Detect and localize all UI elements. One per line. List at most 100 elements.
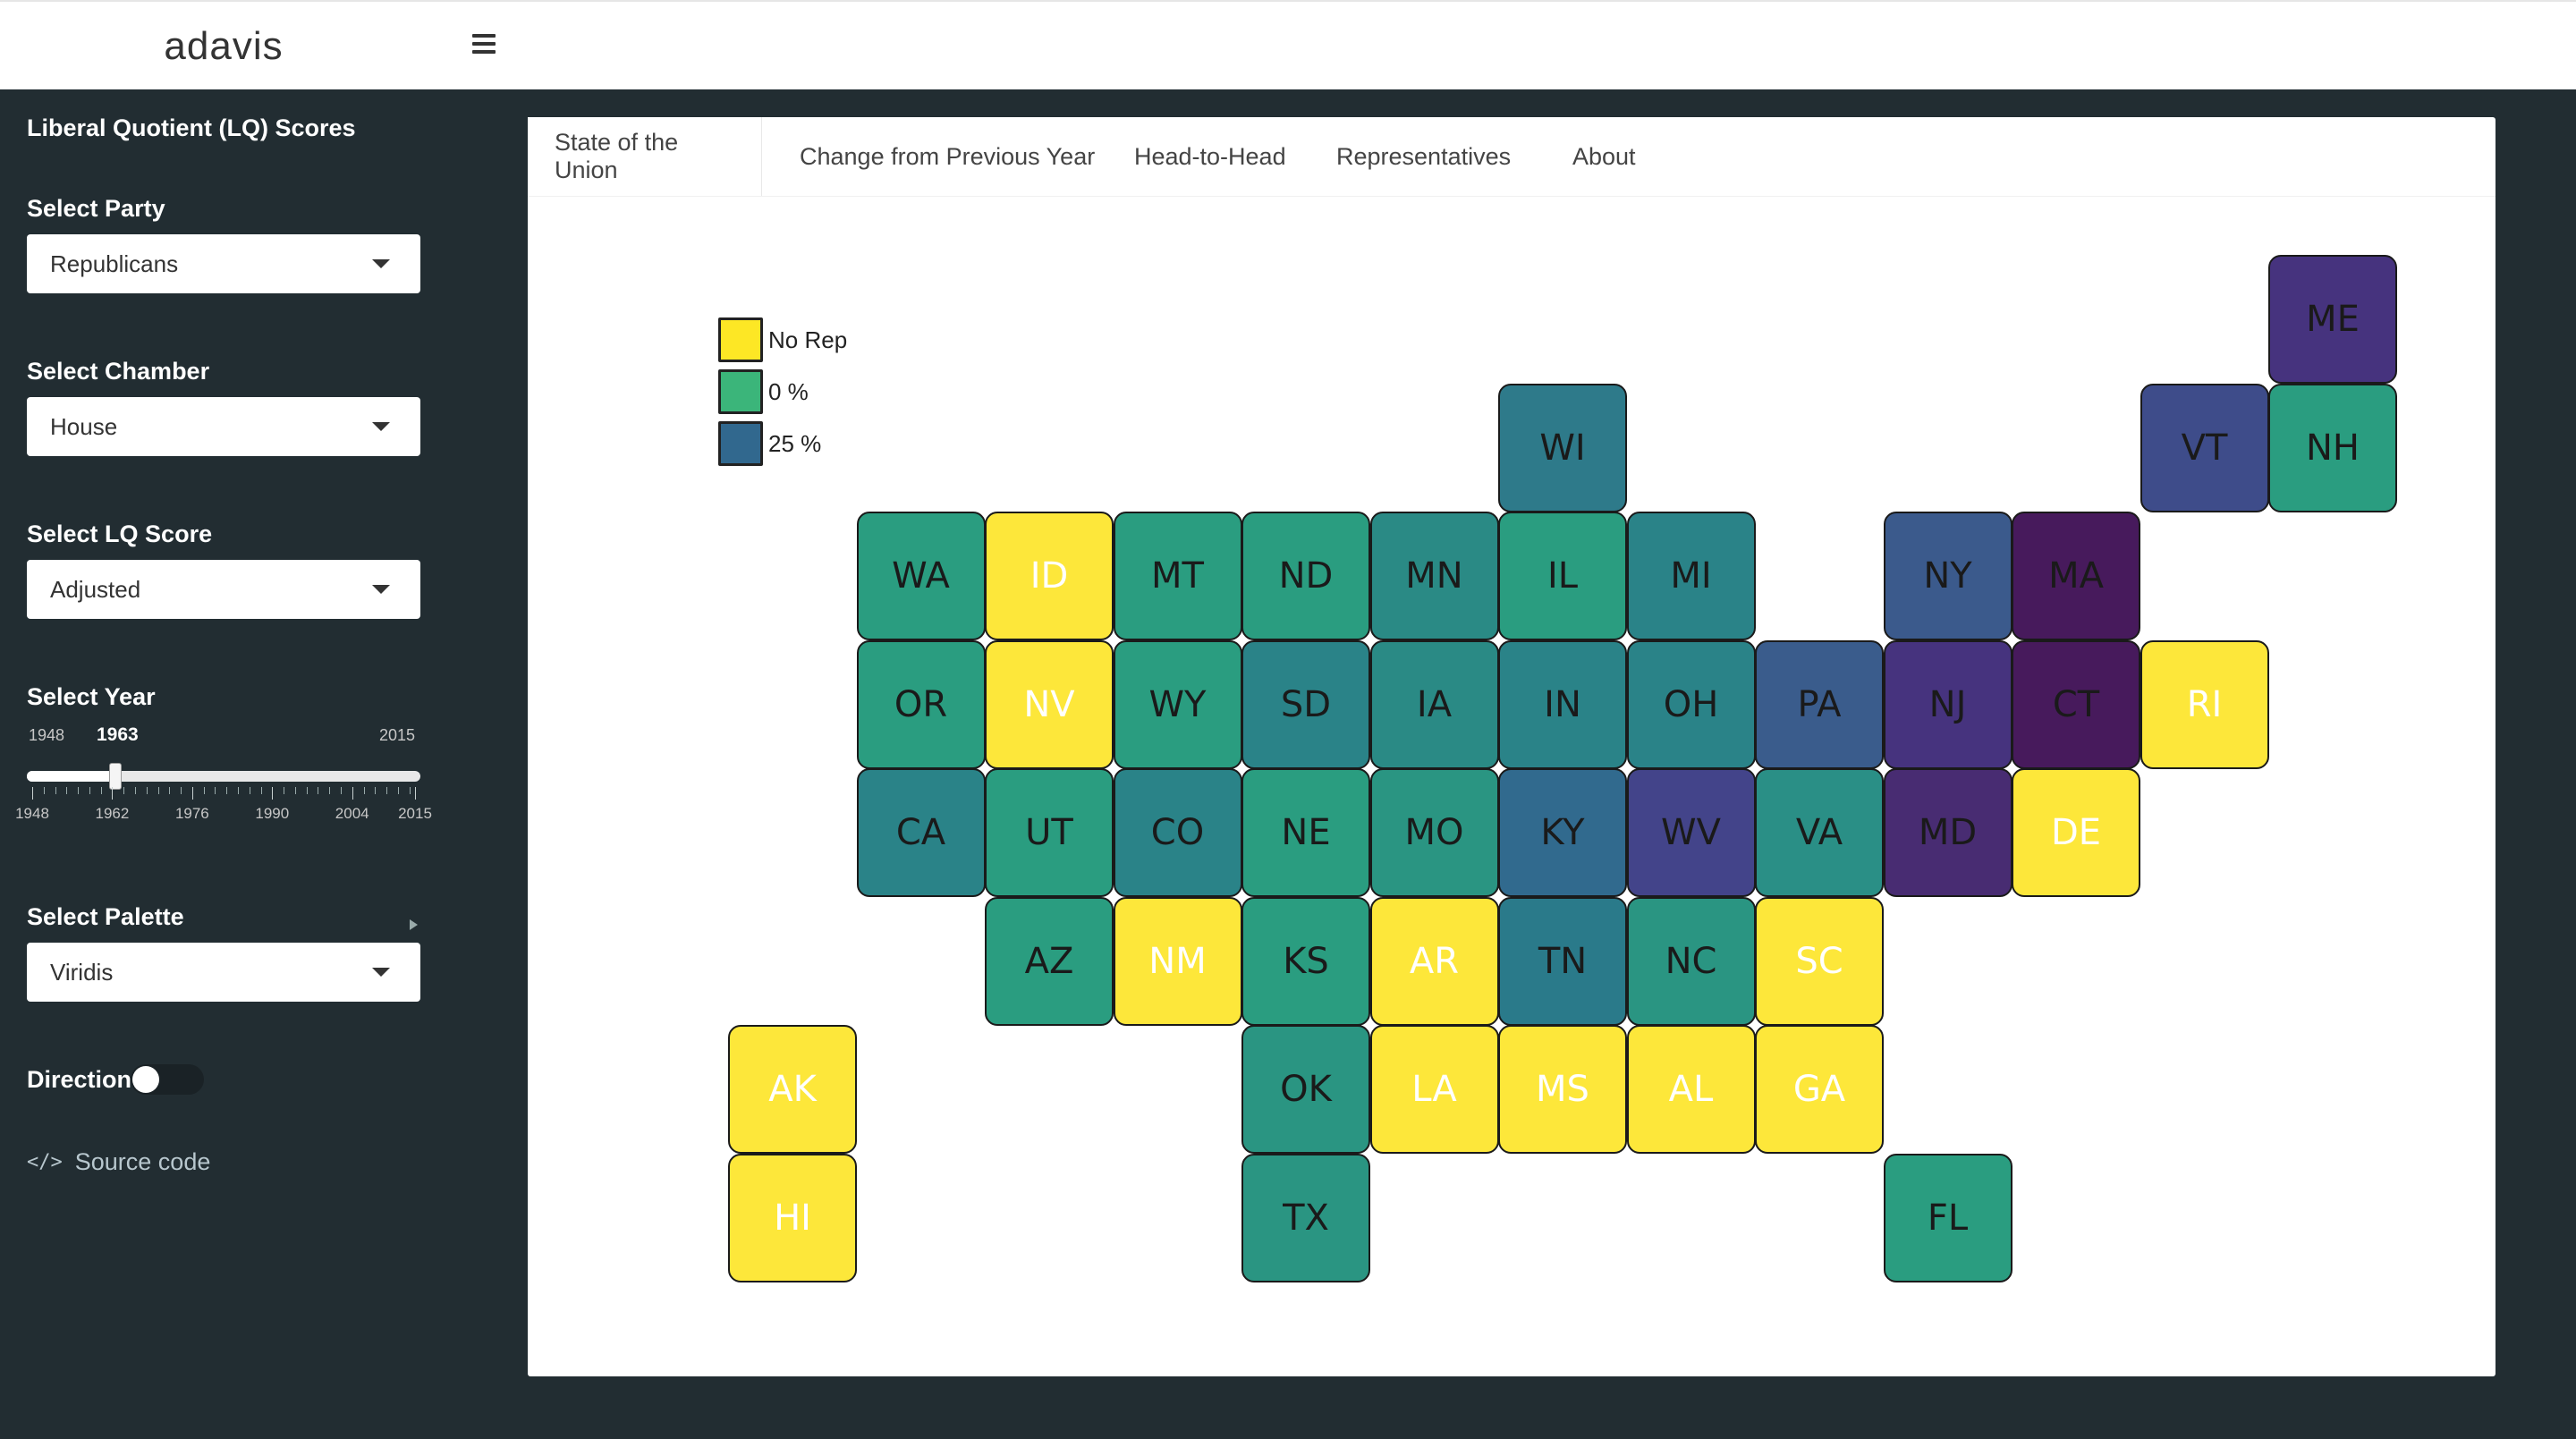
state-tile-ky[interactable]: KY [1498, 768, 1627, 897]
state-tile-or[interactable]: OR [856, 639, 986, 769]
slider-tick-label: 2004 [335, 805, 369, 822]
tab-state-of-the-union[interactable]: State of the Union [528, 117, 762, 196]
state-tile-ms[interactable]: MS [1498, 1025, 1627, 1154]
state-tile-nv[interactable]: NV [985, 639, 1114, 769]
slider-tick [146, 787, 148, 794]
state-tile-ut[interactable]: UT [985, 768, 1114, 897]
party-select[interactable]: Republicans [27, 234, 420, 293]
state-tile-mo[interactable]: MO [1369, 768, 1499, 897]
main-panel: State of the Union Change from Previous … [528, 117, 2496, 1376]
state-tile-wa[interactable]: WA [856, 512, 986, 640]
state-tile-ct[interactable]: CT [2012, 639, 2140, 769]
state-tile-wi[interactable]: WI [1498, 383, 1627, 512]
state-tile-tx[interactable]: TX [1241, 1153, 1370, 1282]
state-tile-in[interactable]: IN [1498, 639, 1627, 769]
slider-tick [375, 787, 377, 794]
tab-about[interactable]: About [1546, 117, 1663, 196]
year-slider-min: 1948 [29, 726, 65, 744]
direction-toggle[interactable] [131, 1064, 204, 1095]
state-tile-vt[interactable]: VT [2140, 383, 2269, 512]
palette-select[interactable]: Viridis [27, 943, 420, 1002]
state-tile-ga[interactable]: GA [1755, 1025, 1884, 1154]
slider-tick [386, 787, 388, 794]
state-tile-ar[interactable]: AR [1369, 896, 1499, 1026]
palette-select-value: Viridis [50, 958, 114, 986]
state-tile-ia[interactable]: IA [1369, 639, 1499, 769]
state-tile-ks[interactable]: KS [1241, 896, 1370, 1026]
slider-tick [169, 787, 171, 794]
sidebar-title: Liberal Quotient (LQ) Scores [27, 114, 356, 141]
state-tile-fl[interactable]: FL [1883, 1153, 2012, 1282]
state-tile-sd[interactable]: SD [1241, 639, 1370, 769]
state-tile-tn[interactable]: TN [1498, 896, 1627, 1026]
state-tile-mi[interactable]: MI [1626, 512, 1756, 640]
state-tile-id[interactable]: ID [985, 512, 1114, 640]
slider-tick [272, 787, 274, 800]
state-tile-az[interactable]: AZ [985, 896, 1114, 1026]
state-tile-oh[interactable]: OH [1626, 639, 1756, 769]
legend-swatch [718, 317, 763, 362]
slider-tick-label: 1976 [174, 805, 209, 822]
chamber-label: Select Chamber [27, 358, 210, 385]
party-label: Select Party [27, 195, 165, 222]
tab-representatives[interactable]: Representatives [1309, 117, 1538, 196]
year-slider-track[interactable] [27, 763, 420, 790]
state-tile-mn[interactable]: MN [1369, 512, 1499, 640]
legend-swatch [718, 421, 763, 466]
state-tile-sc[interactable]: SC [1755, 896, 1884, 1026]
state-tile-nm[interactable]: NM [1113, 896, 1242, 1026]
state-tile-nd[interactable]: ND [1241, 512, 1370, 640]
slider-tick [306, 787, 308, 794]
legend-label: 25 % [768, 429, 822, 457]
state-tile-al[interactable]: AL [1626, 1025, 1756, 1154]
state-tile-de[interactable]: DE [2012, 768, 2140, 897]
state-tile-co[interactable]: CO [1113, 768, 1242, 897]
state-tile-va[interactable]: VA [1755, 768, 1884, 897]
year-slider-value: 1963 [97, 724, 139, 745]
state-tile-ri[interactable]: RI [2140, 639, 2269, 769]
state-tile-nc[interactable]: NC [1626, 896, 1756, 1026]
state-tile-ny[interactable]: NY [1883, 512, 2012, 640]
state-tile-hi[interactable]: HI [728, 1153, 857, 1282]
hamburger-menu-icon[interactable] [472, 34, 496, 55]
state-tile-ca[interactable]: CA [856, 768, 986, 897]
legend-swatch [718, 369, 763, 414]
state-tile-nh[interactable]: NH [2268, 383, 2397, 512]
state-tile-mt[interactable]: MT [1113, 512, 1242, 640]
state-tile-pa[interactable]: PA [1755, 639, 1884, 769]
chamber-select[interactable]: House [27, 397, 420, 456]
year-slider-max: 2015 [379, 726, 416, 744]
year-slider-fill [27, 771, 115, 782]
score-select-value: Adjusted [50, 575, 141, 603]
year-slider-handle[interactable] [109, 763, 122, 790]
state-tile-md[interactable]: MD [1883, 768, 2012, 897]
state-tile-wv[interactable]: WV [1626, 768, 1756, 897]
slider-tick [294, 787, 296, 794]
state-tile-ma[interactable]: MA [2012, 512, 2140, 640]
slider-tick [157, 787, 159, 794]
play-icon[interactable] [410, 919, 418, 930]
slider-tick [191, 787, 193, 800]
state-tile-me[interactable]: ME [2268, 255, 2397, 384]
slider-tick [329, 787, 331, 794]
score-select[interactable]: Adjusted [27, 560, 420, 619]
legend-item-25: 25 % [718, 421, 821, 466]
state-tile-nj[interactable]: NJ [1883, 639, 2012, 769]
palette-label: Select Palette [27, 903, 184, 930]
state-tile-wy[interactable]: WY [1113, 639, 1242, 769]
slider-tick-label: 2015 [398, 805, 432, 822]
source-code-label: Source code [74, 1148, 211, 1175]
state-tile-ak[interactable]: AK [728, 1025, 857, 1154]
state-tile-la[interactable]: LA [1369, 1025, 1499, 1154]
state-tile-il[interactable]: IL [1498, 512, 1627, 640]
chamber-select-value: House [50, 412, 118, 440]
caret-down-icon [372, 259, 390, 268]
source-code-link[interactable]: </> Source code [27, 1148, 210, 1176]
year-slider-tick-labels: 1948 1962 1976 1990 2004 2015 [15, 805, 432, 823]
app-logo[interactable]: adavis [0, 2, 447, 91]
tab-head-to-head[interactable]: Head-to-Head [1107, 117, 1313, 196]
slider-tick [43, 787, 45, 794]
state-tile-ne[interactable]: NE [1241, 768, 1370, 897]
tab-change-from-previous-year[interactable]: Change from Previous Year [773, 117, 1122, 196]
state-tile-ok[interactable]: OK [1241, 1025, 1370, 1154]
